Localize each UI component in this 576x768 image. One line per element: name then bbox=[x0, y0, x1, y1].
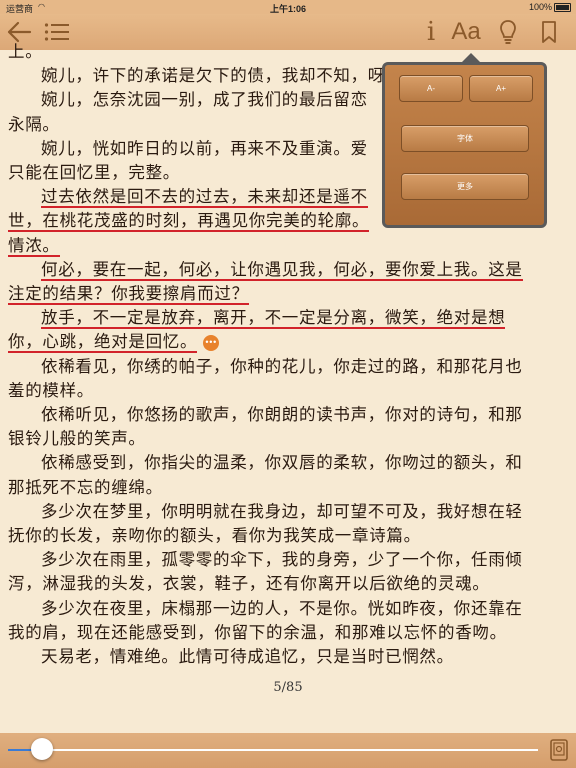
paragraph: 多少次在夜里，床榻那一边的人，不是你。恍如昨夜，你还靠在 bbox=[41, 598, 523, 618]
text-line: 银铃儿般的笑声。 bbox=[8, 429, 146, 449]
book-view-button[interactable] bbox=[549, 738, 569, 766]
toc-list-icon bbox=[44, 23, 69, 41]
text-line: 泻，淋湿我的头发，衣裳，鞋子，还有你离开以后欲绝的灵魂。 bbox=[8, 574, 490, 594]
paragraph: 多少次在梦里，你明明就在我身边，却可望不可及，我好想在轻 bbox=[41, 501, 523, 521]
font-decrease-button[interactable]: A- bbox=[399, 75, 463, 102]
text-line: 抚你的长发，亲吻你的额头，看你为我笑成一章诗篇。 bbox=[8, 526, 421, 546]
text-line: 羞的模样。 bbox=[8, 380, 94, 400]
note-icon[interactable]: ••• bbox=[203, 334, 220, 351]
highlighted-text[interactable]: 注定的结果？你我要擦肩而过？ bbox=[8, 284, 249, 306]
page-number: 5/85 bbox=[273, 680, 303, 695]
status-bar: 运营商 ◠ 上午1:06 100% bbox=[0, 0, 576, 14]
highlighted-text[interactable]: 世，在桃花茂盛的时刻，再遇见你完美的轮廓。 bbox=[8, 211, 370, 233]
paragraph: 依稀看见，你绣的帕子，你种的花儿，你走过的路，和那花月也 bbox=[41, 356, 523, 376]
paragraph: 依稀听见，你悠扬的歌声，你朗朗的读书声，你对的诗句，和那 bbox=[41, 405, 523, 425]
font-increase-button[interactable]: A+ bbox=[469, 75, 533, 102]
highlighted-text[interactable]: 放手，不一定是放弃，离开，不一定是分离，微笑，绝对是想 bbox=[41, 308, 506, 330]
font-settings-popover: A- A+ 字体 更多 bbox=[382, 53, 547, 228]
popover-arrow bbox=[461, 53, 481, 63]
page-slider[interactable] bbox=[8, 749, 538, 751]
paragraph: 天易老，情难绝。此情可待成追忆，只是当时已惘然。 bbox=[41, 647, 454, 667]
text-line: 我的肩，现在还能感受到，你留下的余温，和那难以忘怀的香吻。 bbox=[8, 622, 507, 642]
battery-icon bbox=[554, 3, 571, 12]
paragraph: 依稀感受到，你指尖的温柔，你双唇的柔软，你吻过的额头，和 bbox=[41, 453, 523, 473]
paragraph: 多少次在雨里，孤零零的伞下，我的身旁，少了一个你，任雨倾 bbox=[41, 550, 523, 570]
battery-percent: 100% bbox=[528, 2, 552, 12]
highlighted-text[interactable]: 过去依然是回不去的过去，未来却还是遥不 bbox=[41, 187, 368, 209]
highlighted-text[interactable]: 你，心跳，绝对是回忆。 bbox=[8, 332, 198, 354]
text-line: 那抵死不忘的缠绵。 bbox=[8, 477, 163, 497]
more-settings-button[interactable]: 更多 bbox=[401, 173, 529, 200]
book-icon bbox=[550, 739, 568, 761]
highlighted-text[interactable]: 情浓。 bbox=[8, 235, 60, 257]
font-family-button[interactable]: 字体 bbox=[401, 125, 529, 152]
highlighted-text[interactable]: 何必，要在一起，何必，让你遇见我，何必，要你爱上我。这是 bbox=[41, 259, 523, 281]
